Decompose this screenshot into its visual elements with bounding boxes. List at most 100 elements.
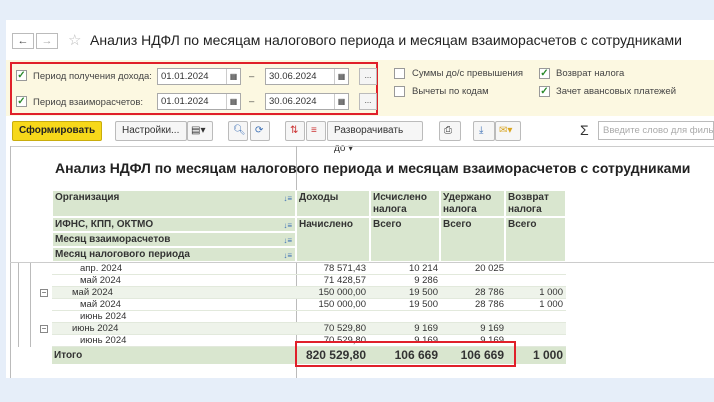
divider [10,146,714,147]
download-icon[interactable]: ⤓ [473,121,495,141]
table-row[interactable]: июнь 2024 70 529,80 9 169 9 169 [52,323,566,335]
row-value: 71 428,57 [323,275,366,286]
row-label: май 2024 [72,287,113,298]
settlement-period-label: Период взаиморасчетов: [33,97,144,108]
favorite-star-icon[interactable]: ☆ [68,31,81,49]
option-label: Зачет авансовых платежей [556,86,677,97]
settlement-period-checkbox[interactable]: ✓ [16,96,27,107]
table-row[interactable]: июнь 2024 [52,311,566,323]
row-value: 1 000 [539,287,563,298]
sort-icon[interactable]: ↓≡ [283,250,292,262]
row-label: июнь 2024 [80,311,127,322]
calendar-icon[interactable]: ▦ [334,69,348,84]
row-label: июнь 2024 [72,323,119,334]
tree-line [18,263,19,347]
subheader-total: Всего [440,217,505,262]
row-value: 150 000,00 [318,299,366,310]
income-period-select-button[interactable]: ... [359,68,377,85]
settlement-period-select-button[interactable]: ... [359,93,377,110]
sort-icon[interactable]: ⇅ [285,121,305,141]
settlement-period-from[interactable]: 01.01.2024 ▦ [157,93,241,110]
header-label: ИФНС, КПП, ОКТМО [55,219,154,230]
highlight-box-totals [295,341,516,367]
window-title: Анализ НДФЛ по месяцам налогового период… [90,32,682,48]
date-value: 30.06.2024 [269,71,317,82]
dash: – [249,96,255,107]
row-value: 19 500 [408,287,438,298]
date-value: 30.06.2024 [269,96,317,107]
subheader-total: Всего [505,217,566,262]
total-label: Итого [54,350,83,361]
search-next-icon[interactable]: ⟳ [250,121,270,141]
option-checkbox-excess[interactable] [394,68,405,79]
forward-button[interactable]: → [36,33,58,49]
settlement-period-to[interactable]: 30.06.2024 ▦ [265,93,349,110]
calendar-icon[interactable]: ▦ [334,94,348,109]
row-value: 150 000,00 [318,287,366,298]
option-label: Суммы до/с превышения [412,68,524,79]
tree-line [30,263,31,347]
table-row[interactable]: май 2024 150 000,00 19 500 28 786 1 000 [52,287,566,299]
settings-button[interactable]: Настройки... [115,121,187,141]
dash: – [249,71,255,82]
sum-icon[interactable]: Σ [580,122,589,138]
header-income: Доходы [296,190,370,217]
header-label: Организация [55,192,120,203]
row-value: 1 000 [539,299,563,310]
date-value: 01.01.2024 [161,71,209,82]
sort-icon[interactable]: ↓≡ [283,220,292,232]
income-period-label: Период получения дохода: [33,71,152,82]
income-period-checkbox[interactable]: ✓ [16,70,27,81]
income-period-from[interactable]: 01.01.2024 ▦ [157,68,241,85]
report-title: Анализ НДФЛ по месяцам налогового период… [55,160,691,176]
header-label: Месяц взаиморасчетов [55,234,171,245]
sort-icon[interactable]: ↓≡ [283,235,292,247]
table-row[interactable]: май 2024 71 428,57 9 286 [52,275,566,287]
header-tax-month[interactable]: Месяц налогового периода ↓≡ [52,247,296,262]
calendar-icon[interactable]: ▦ [226,94,240,109]
calendar-icon[interactable]: ▦ [226,69,240,84]
expand-to-dropdown[interactable]: Разворачивать до ▾ [327,121,423,154]
option-label: Вычеты по кодам [412,86,489,97]
option-checkbox-refund[interactable]: ✓ [539,68,550,79]
sort-icon[interactable]: ↓≡ [283,193,292,205]
collapse-icon[interactable]: − [40,289,48,297]
row-value: 78 571,43 [323,263,366,274]
table-row[interactable]: май 2024 150 000,00 19 500 28 786 1 000 [52,299,566,311]
income-period-to[interactable]: 30.06.2024 ▦ [265,68,349,85]
option-label: Возврат налога [556,68,625,79]
row-value: 20 025 [474,263,504,274]
email-icon[interactable]: ✉▾ [495,121,521,141]
row-value: 70 529,80 [323,323,366,334]
row-value: 10 214 [408,263,438,274]
row-label: апр. 2024 [80,263,123,274]
header-withheld: Удержано налога [440,190,505,217]
header-calculated: Исчислено налога [370,190,440,217]
row-value: 28 786 [474,287,504,298]
row-label: май 2024 [80,299,121,310]
header-label: Месяц налогового периода [55,249,190,260]
search-icon[interactable]: 🔍︎ [228,121,248,141]
header-refund: Возврат налога [505,190,566,217]
subheader-accrued: Начислено [296,217,370,262]
row-value: 9 169 [480,323,504,334]
filter-search-input[interactable]: Введите слово для фильтра [598,121,714,140]
row-value: 19 500 [408,299,438,310]
generate-button[interactable]: Сформировать [12,121,103,141]
option-checkbox-deductions[interactable] [394,86,405,97]
row-value: 9 286 [414,275,438,286]
row-value: 9 169 [414,323,438,334]
group-icon[interactable]: ≡ [306,121,326,141]
collapse-icon[interactable]: − [40,325,48,333]
table-row[interactable]: апр. 2024 78 571,43 10 214 20 025 [52,263,566,275]
back-button[interactable]: ← [12,33,34,49]
header-organization[interactable]: Организация ↓≡ [52,190,296,217]
header-settlement-month[interactable]: Месяц взаиморасчетов ↓≡ [52,232,296,247]
variants-dropdown-icon[interactable]: ▤▾ [187,121,213,141]
header-ifns[interactable]: ИФНС, КПП, ОКТМО ↓≡ [52,217,296,232]
print-icon[interactable]: ⎙ [439,121,461,141]
row-value: 28 786 [474,299,504,310]
row-label: июнь 2024 [80,335,127,346]
date-value: 01.01.2024 [161,96,209,107]
option-checkbox-advance[interactable]: ✓ [539,86,550,97]
